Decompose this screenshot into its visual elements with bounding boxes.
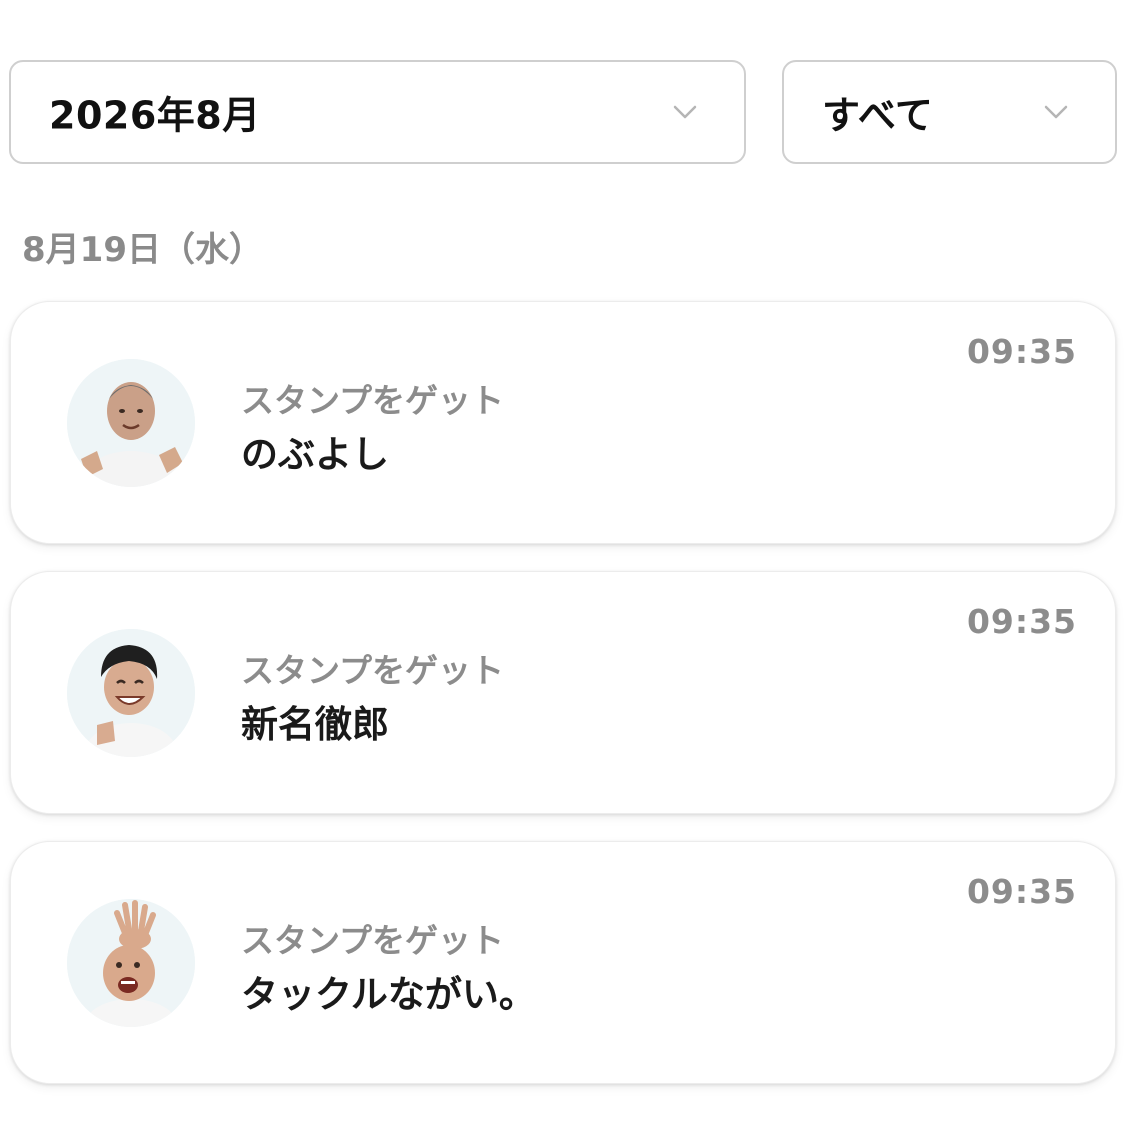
avatar — [67, 899, 195, 1027]
history-card[interactable]: スタンプをゲット のぶよし 09:35 — [10, 301, 1116, 544]
avatar — [67, 629, 195, 757]
kind-select-value: すべて — [822, 93, 934, 138]
filter-bar: 2026年8月 すべて — [9, 60, 1117, 166]
avatar — [67, 359, 195, 487]
history-card-label: スタンプをゲット — [241, 381, 505, 420]
history-card-label: スタンプをゲット — [241, 651, 505, 690]
history-card[interactable]: スタンプをゲット 新名徹郎 09:35 — [10, 571, 1116, 814]
history-card-time: 09:35 — [966, 332, 1077, 371]
avatar-photo — [67, 629, 195, 757]
avatar-photo — [67, 899, 195, 1027]
history-card-time: 09:35 — [966, 872, 1077, 911]
date-heading: 8月19日（水） — [22, 230, 263, 270]
chevron-down-icon — [1044, 105, 1068, 119]
history-card-time: 09:35 — [966, 602, 1077, 641]
history-card-name: のぶよし — [241, 433, 389, 476]
month-select[interactable]: 2026年8月 — [9, 60, 746, 164]
month-select-value: 2026年8月 — [49, 93, 261, 138]
history-card-name: 新名徹郎 — [241, 703, 389, 746]
history-card-label: スタンプをゲット — [241, 921, 505, 960]
avatar-photo — [67, 359, 195, 487]
history-card-name: タックルながい。 — [241, 973, 536, 1016]
chevron-down-icon — [673, 105, 697, 119]
kind-select[interactable]: すべて — [782, 60, 1117, 164]
history-card[interactable]: スタンプをゲット タックルながい。 09:35 — [10, 841, 1116, 1084]
